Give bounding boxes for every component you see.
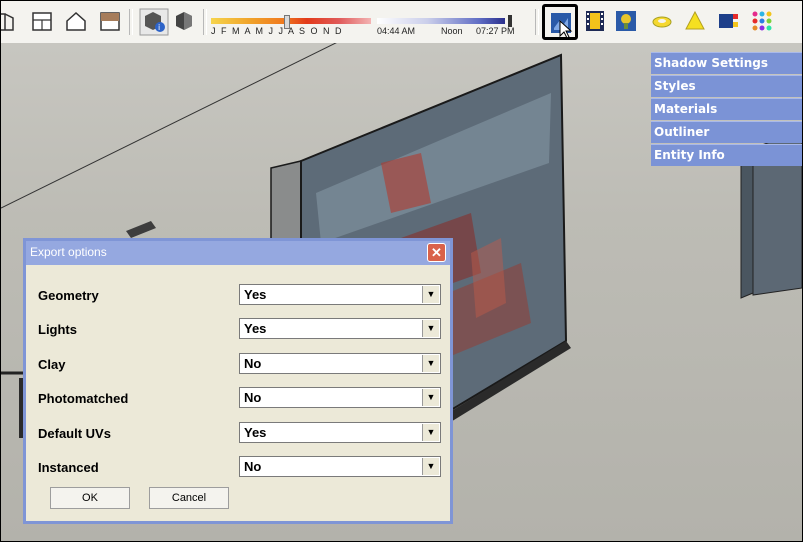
ok-button[interactable]: OK <box>50 487 130 509</box>
lights-select[interactable]: Yes ▼ <box>239 318 441 339</box>
close-button[interactable]: ✕ <box>427 243 446 262</box>
front-view-icon[interactable] <box>0 10 15 32</box>
option-label-clay: Clay <box>38 357 66 372</box>
select-value: Yes <box>244 425 267 440</box>
chevron-down-icon[interactable]: ▼ <box>422 286 439 303</box>
home-icon[interactable] <box>65 10 87 32</box>
left-view-icon[interactable] <box>99 10 121 32</box>
time-end-label: 07:27 PM <box>476 26 515 36</box>
dialog-title: Export options <box>30 245 107 259</box>
toolbar-separator <box>129 9 133 35</box>
close-icon: ✕ <box>431 245 442 260</box>
cursor-icon <box>559 20 573 39</box>
geometry-select[interactable]: Yes ▼ <box>239 284 441 305</box>
select-value: Yes <box>244 287 267 302</box>
select-value: No <box>244 390 262 405</box>
svg-text:i: i <box>158 23 160 32</box>
palette-icon[interactable] <box>751 10 773 32</box>
option-label-photomatched: Photomatched <box>38 391 129 406</box>
select-value: No <box>244 356 262 371</box>
toolbar-separator <box>535 9 539 35</box>
ring-icon[interactable] <box>651 10 673 32</box>
option-label-geometry: Geometry <box>38 288 99 303</box>
default-uvs-select[interactable]: Yes ▼ <box>239 422 441 443</box>
select-value: Yes <box>244 321 267 336</box>
chevron-down-icon[interactable]: ▼ <box>422 355 439 372</box>
material-icon[interactable] <box>718 10 740 32</box>
month-labels: J F M A M J J A S O N D <box>211 26 344 36</box>
tray-panel: Shadow Settings Styles Materials Outline… <box>651 52 802 167</box>
chevron-down-icon[interactable]: ▼ <box>422 320 439 337</box>
tray-item-outliner[interactable]: Outliner <box>651 121 802 143</box>
time-noon-label: Noon <box>441 26 463 36</box>
tray-item-entity-info[interactable]: Entity Info <box>651 144 802 166</box>
tray-item-materials[interactable]: Materials <box>651 98 802 120</box>
shadows-dialog-button[interactable] <box>542 4 578 40</box>
time-slider-track[interactable] <box>377 18 505 24</box>
cancel-button[interactable]: Cancel <box>149 487 229 509</box>
toolbar: i J F M A M J J A S O N D 04:44 AM Noon … <box>1 1 802 43</box>
month-slider-track[interactable] <box>211 18 371 24</box>
toolbar-separator <box>203 9 207 35</box>
app-window: i J F M A M J J A S O N D 04:44 AM Noon … <box>0 0 803 542</box>
back-view-icon[interactable] <box>31 10 53 32</box>
tray-item-styles[interactable]: Styles <box>651 75 802 97</box>
option-label-lights: Lights <box>38 322 77 337</box>
tray-item-shadow-settings[interactable]: Shadow Settings <box>651 52 802 74</box>
entity-info-icon[interactable]: i <box>139 8 169 36</box>
option-label-instanced: Instanced <box>38 460 99 475</box>
shadow-toggle-icon[interactable] <box>173 10 195 32</box>
chevron-down-icon[interactable]: ▼ <box>422 389 439 406</box>
chevron-down-icon[interactable]: ▼ <box>422 424 439 441</box>
dialog-titlebar[interactable]: Export options ✕ <box>26 241 450 265</box>
instanced-select[interactable]: No ▼ <box>239 456 441 477</box>
option-label-default-uvs: Default UVs <box>38 426 111 441</box>
component-icon[interactable] <box>615 10 637 32</box>
film-icon[interactable] <box>584 10 606 32</box>
cone-icon[interactable] <box>684 10 706 32</box>
export-options-dialog: Export options ✕ Geometry Yes ▼ Lights Y… <box>23 238 453 524</box>
photomatched-select[interactable]: No ▼ <box>239 387 441 408</box>
clay-select[interactable]: No ▼ <box>239 353 441 374</box>
time-start-label: 04:44 AM <box>377 26 416 36</box>
select-value: No <box>244 459 262 474</box>
chevron-down-icon[interactable]: ▼ <box>422 458 439 475</box>
